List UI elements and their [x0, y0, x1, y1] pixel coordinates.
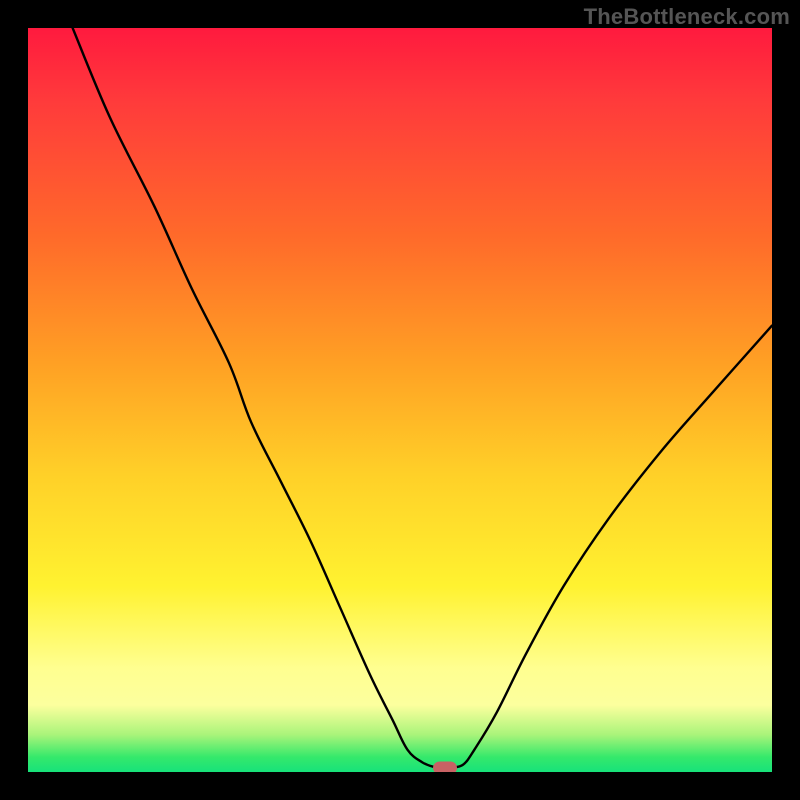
plot-area [28, 28, 772, 772]
attribution-label: TheBottleneck.com [584, 4, 790, 30]
optimum-marker [433, 761, 457, 772]
chart-frame: TheBottleneck.com [0, 0, 800, 800]
bottleneck-curve [28, 28, 772, 772]
